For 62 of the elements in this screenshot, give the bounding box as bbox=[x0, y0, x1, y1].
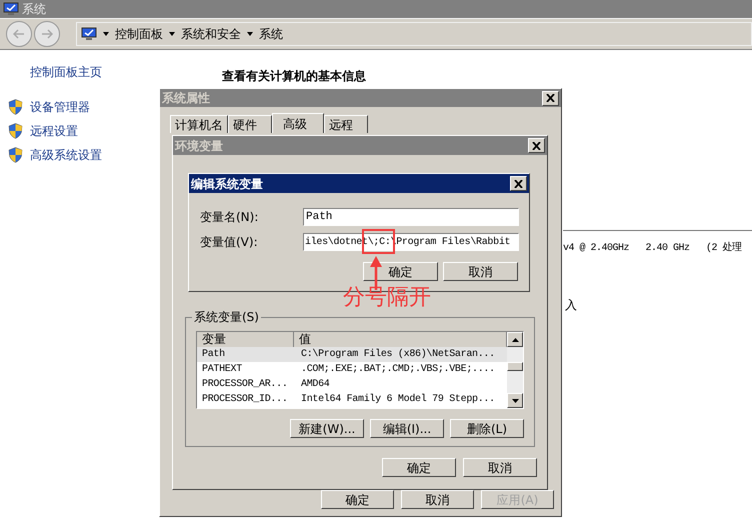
variable-name: PROCESSOR_ID... bbox=[201, 393, 289, 407]
group-label: 系统变量(S) bbox=[192, 310, 261, 324]
dialog-button[interactable]: 确定 bbox=[321, 490, 394, 509]
list-row[interactable]: Path C:\Program Files (x86)\NetSaran... bbox=[197, 347, 507, 362]
close-button[interactable] bbox=[528, 138, 545, 153]
variable-name: Path bbox=[201, 348, 226, 362]
dialog-button[interactable]: 删除(L) bbox=[450, 419, 524, 438]
close-icon bbox=[546, 94, 555, 102]
caret-icon bbox=[169, 32, 175, 36]
shield-icon bbox=[8, 99, 23, 115]
close-icon bbox=[514, 180, 523, 188]
caret-icon bbox=[103, 32, 109, 36]
scroll-thumb[interactable] bbox=[507, 362, 523, 371]
caret-icon bbox=[247, 32, 253, 36]
sidebar-link[interactable]: 远程设置 bbox=[30, 122, 78, 140]
dialog-button[interactable]: 确定 bbox=[363, 262, 438, 281]
dialog-button[interactable]: 编辑(I)... bbox=[370, 419, 444, 438]
variable-value: C:\Program Files (x86)\NetSaran... bbox=[301, 348, 495, 362]
breadcrumb-item[interactable]: 系统 bbox=[259, 25, 283, 43]
close-icon bbox=[532, 142, 541, 150]
breadcrumb-item[interactable]: 控制面板 bbox=[115, 25, 163, 43]
field-label: 变量名(N): bbox=[200, 209, 260, 226]
tab[interactable]: 远程 bbox=[324, 115, 368, 133]
field-label: 变量值(V): bbox=[200, 234, 259, 251]
tab[interactable]: 高级 bbox=[272, 113, 324, 133]
address-bar[interactable]: 控制面板 系统和安全 系统 bbox=[76, 22, 752, 46]
computer-icon bbox=[81, 27, 97, 41]
scroll-down-icon bbox=[512, 398, 518, 402]
variable-value: .COM;.EXE;.BAT;.CMD;.VBS;.VBE;.... bbox=[301, 363, 495, 377]
home-link[interactable]: 控制面板主页 bbox=[30, 63, 222, 81]
scroll-up-icon bbox=[512, 338, 518, 342]
dialog-button[interactable]: 取消 bbox=[443, 262, 518, 281]
breadcrumb-item[interactable]: 系统和安全 bbox=[181, 25, 241, 43]
variable-value: AMD64 bbox=[301, 378, 330, 392]
variable-value: Intel64 Family 6 Model 79 Stepp... bbox=[301, 392, 495, 407]
forward-arrow-icon bbox=[41, 29, 53, 39]
sidebar-link[interactable]: 高级系统设置 bbox=[30, 146, 102, 164]
dialog-button[interactable]: 确定 bbox=[382, 458, 456, 477]
dialog-title: 环境变量 bbox=[175, 138, 223, 154]
back-arrow-icon bbox=[13, 29, 25, 39]
page-heading: 查看有关计算机的基本信息 bbox=[222, 68, 367, 85]
variable-name: PROCESSOR_AR... bbox=[201, 378, 289, 392]
annotation-text: 分号隔开 bbox=[343, 285, 431, 311]
tab[interactable]: 硬件 bbox=[228, 115, 272, 133]
info-text: 入 bbox=[565, 297, 578, 314]
name-field[interactable]: Path bbox=[303, 208, 519, 226]
window-title: 系统 bbox=[22, 1, 46, 18]
close-button[interactable] bbox=[542, 90, 559, 106]
dialog-button[interactable]: 取消 bbox=[401, 490, 474, 509]
processor-info: v4 @ 2.40GHz 2.40 GHz (2 处理 bbox=[563, 241, 743, 256]
shield-icon bbox=[8, 123, 23, 139]
dialog-title: 系统属性 bbox=[162, 90, 210, 107]
tab[interactable]: 计算机名 bbox=[170, 115, 228, 133]
shield-icon bbox=[8, 147, 23, 163]
close-button[interactable] bbox=[510, 176, 527, 191]
monitor-icon bbox=[3, 2, 19, 16]
scrollbar[interactable] bbox=[507, 332, 523, 408]
dialog-title: 编辑系统变量 bbox=[191, 176, 263, 192]
variable-name: PATHEXT bbox=[201, 363, 243, 377]
dialog-button[interactable]: 新建(W)... bbox=[290, 419, 364, 438]
dialog-button[interactable]: 取消 bbox=[463, 458, 537, 477]
sidebar-link[interactable]: 设备管理器 bbox=[30, 98, 90, 116]
